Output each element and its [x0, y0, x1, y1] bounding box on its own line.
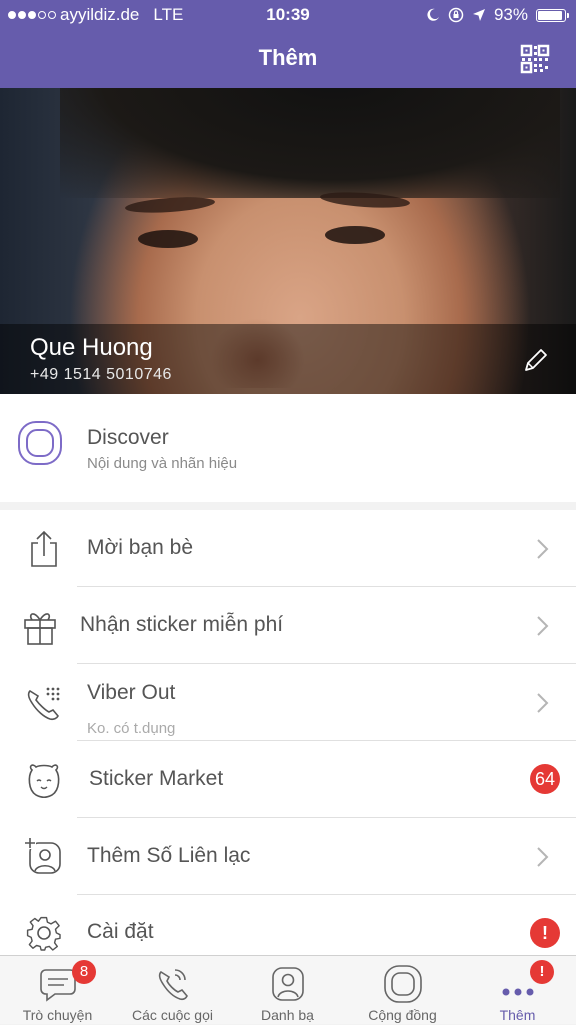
- moon-icon: [427, 8, 439, 21]
- menu-item-label: Cài đặt: [87, 920, 154, 943]
- battery-level: [538, 10, 563, 20]
- menu-item-sublabel: Ko. có t.dụng: [87, 720, 176, 737]
- menu-item-viber-out[interactable]: Viber Out Ko. có t.dụng: [0, 664, 576, 741]
- menu-item-label: Nhận sticker miễn phí: [80, 613, 284, 636]
- add-contact-icon: [24, 837, 61, 874]
- chevron-right-icon: [537, 847, 549, 867]
- chats-badge: 8: [72, 960, 96, 984]
- tab-more[interactable]: ! Thêm: [460, 956, 575, 1025]
- profile-header[interactable]: Que Huong +49 1514 5010746: [0, 88, 576, 394]
- status-bar: ayyildiz.de LTE 10:39 93%: [0, 0, 576, 30]
- tab-calls[interactable]: Các cuộc gọi: [115, 956, 230, 1025]
- more-alert-badge: !: [530, 960, 554, 984]
- menu-item-invite-friends[interactable]: Mời bạn bè: [0, 510, 576, 587]
- gear-icon: [26, 916, 61, 951]
- phone-keypad-icon: [27, 687, 60, 721]
- menu-item-sticker-market[interactable]: Sticker Market 64: [0, 741, 576, 818]
- tab-label: Cộng đồng: [368, 1007, 437, 1023]
- sticker-market-badge: 64: [530, 764, 560, 794]
- menu-item-settings[interactable]: Cài đặt !: [0, 895, 576, 955]
- menu-item-label: Sticker Market: [89, 767, 224, 790]
- discover-icon: [18, 421, 62, 465]
- profile-phone: +49 1514 5010746: [30, 366, 172, 383]
- chevron-right-icon: [537, 539, 549, 559]
- call-icon: [158, 969, 188, 1001]
- menu-list: Mời bạn bè Nhận sticker miễn phí Viber O…: [0, 510, 576, 955]
- nav-bar: Thêm: [0, 30, 576, 88]
- qr-code-icon[interactable]: [520, 44, 550, 74]
- tab-bar: 8 Trò chuyện Các cuộc gọi Danh bạ Cộng đ…: [0, 955, 576, 1024]
- battery-icon: [536, 8, 569, 22]
- chevron-right-icon: [537, 693, 549, 713]
- menu-item-label: Mời bạn bè: [87, 536, 193, 559]
- menu-item-add-contact[interactable]: Thêm Số Liên lạc: [0, 818, 576, 895]
- discover-item[interactable]: Discover Nội dung và nhãn hiệu: [0, 394, 576, 502]
- profile-name: Que Huong: [30, 334, 153, 361]
- share-icon: [31, 530, 57, 567]
- discover-subtitle: Nội dung và nhãn hiệu: [87, 455, 238, 472]
- rotation-lock-icon: [448, 7, 464, 23]
- bear-icon: [28, 764, 60, 799]
- settings-alert-badge: !: [530, 918, 560, 948]
- tab-label: Thêm: [499, 1007, 536, 1023]
- tab-label: Trò chuyện: [22, 1007, 93, 1023]
- tab-chats[interactable]: 8 Trò chuyện: [0, 956, 115, 1025]
- location-icon: [472, 9, 485, 21]
- discover-title: Discover: [87, 426, 169, 449]
- battery-percent: 93%: [493, 5, 528, 24]
- page-title: Thêm: [258, 45, 318, 70]
- contacts-icon: [272, 967, 304, 1001]
- community-icon: [384, 965, 422, 1003]
- menu-item-label: Thêm Số Liên lạc: [87, 844, 251, 867]
- chevron-right-icon: [537, 616, 549, 636]
- menu-item-free-stickers[interactable]: Nhận sticker miễn phí: [0, 587, 576, 664]
- tab-community[interactable]: Cộng đồng: [345, 956, 460, 1025]
- tab-label: Các cuộc gọi: [132, 1007, 213, 1023]
- pencil-icon[interactable]: [522, 346, 550, 374]
- status-icons: 93%: [426, 5, 569, 25]
- gift-icon: [24, 613, 56, 645]
- menu-item-label: Viber Out: [87, 681, 176, 704]
- tab-contacts[interactable]: Danh bạ: [230, 956, 345, 1025]
- tab-label: Danh bạ: [261, 1007, 314, 1023]
